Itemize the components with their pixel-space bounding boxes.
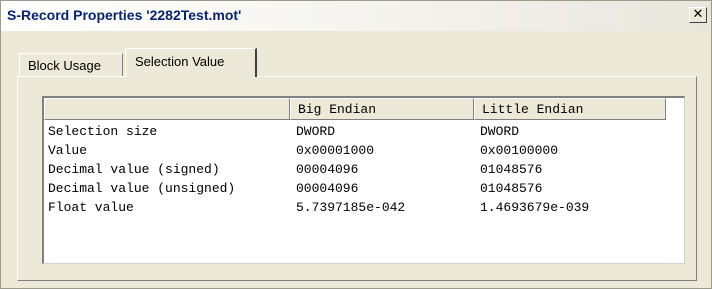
- tab-selection-value[interactable]: Selection Value: [125, 48, 257, 77]
- close-icon: ✕: [692, 7, 704, 22]
- list-rows: Selection size DWORD DWORD Value 0x00001…: [44, 122, 664, 217]
- properties-dialog: S-Record Properties '2282Test.mot' ✕ Blo…: [0, 0, 712, 289]
- little-endian-value: 0x00100000: [480, 143, 559, 158]
- column-header-property[interactable]: [44, 98, 290, 120]
- title-bar[interactable]: S-Record Properties '2282Test.mot' ✕: [1, 1, 711, 31]
- big-endian-value: DWORD: [296, 124, 336, 139]
- row-label: Selection size: [48, 124, 158, 139]
- big-endian-value: 0x00001000: [296, 143, 375, 158]
- little-endian-value: 1.4693679e-039: [480, 200, 590, 215]
- values-list-view[interactable]: Big Endian Little Endian Selection size …: [42, 96, 685, 264]
- list-row-selection-size[interactable]: Selection size DWORD DWORD: [44, 122, 664, 141]
- little-endian-value: DWORD: [480, 124, 520, 139]
- close-button[interactable]: ✕: [689, 7, 707, 23]
- row-label: Value: [48, 143, 88, 158]
- big-endian-value: 5.7397185e-042: [296, 200, 406, 215]
- row-label: Float value: [48, 200, 134, 215]
- list-row-value[interactable]: Value 0x00001000 0x00100000: [44, 141, 664, 160]
- list-row-decimal-signed[interactable]: Decimal value (signed) 00004096 01048576: [44, 160, 664, 179]
- tab-label: Block Usage: [28, 58, 101, 73]
- row-label: Decimal value (signed): [48, 162, 220, 177]
- row-label: Decimal value (unsigned): [48, 181, 236, 196]
- little-endian-value: 01048576: [480, 181, 543, 196]
- big-endian-value: 00004096: [296, 181, 359, 196]
- tab-label: Selection Value: [135, 54, 225, 69]
- big-endian-value: 00004096: [296, 162, 359, 177]
- window-title: S-Record Properties '2282Test.mot': [7, 7, 242, 23]
- tab-block-usage[interactable]: Block Usage: [19, 53, 123, 76]
- column-header-big-endian[interactable]: Big Endian: [290, 98, 474, 120]
- list-row-decimal-unsigned[interactable]: Decimal value (unsigned) 00004096 010485…: [44, 179, 664, 198]
- list-row-float-value[interactable]: Float value 5.7397185e-042 1.4693679e-03…: [44, 198, 664, 217]
- little-endian-value: 01048576: [480, 162, 543, 177]
- tab-panel-selection-value: Big Endian Little Endian Selection size …: [17, 76, 697, 281]
- column-header-little-endian[interactable]: Little Endian: [474, 98, 666, 120]
